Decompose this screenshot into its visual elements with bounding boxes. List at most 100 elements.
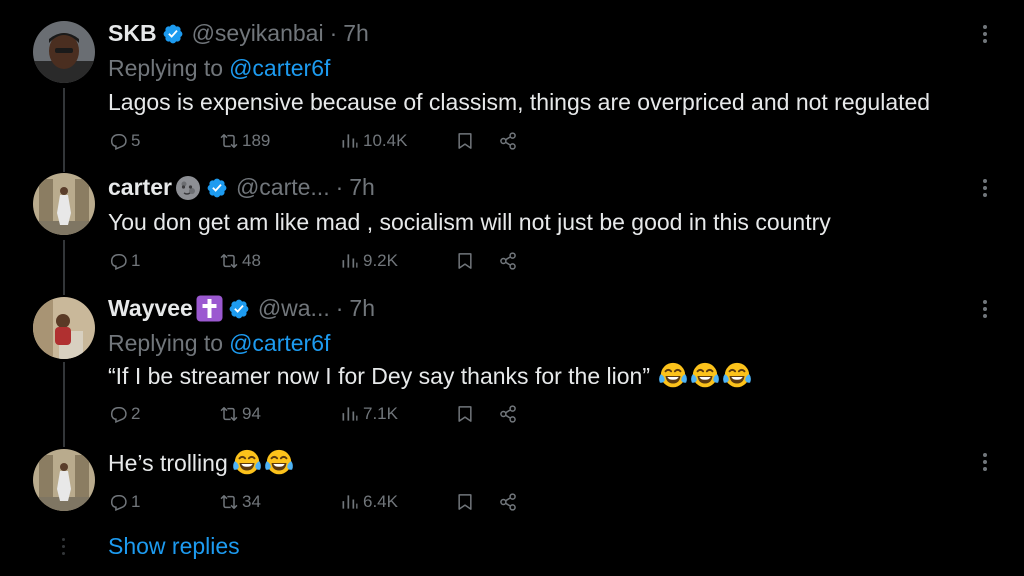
thread-dots [62,545,65,548]
tweet-header: SKB @seyikanbai · 7h [108,20,369,47]
verified-badge-icon [206,177,228,199]
thread-connector [63,362,65,447]
separator-dot: · [329,20,338,46]
tweet-text-row: He’s trolling [108,448,294,478]
latin-cross-emoji [196,295,223,322]
share-icon [498,131,518,151]
replying-to: Replying to @carter6f [108,330,330,357]
verified-badge-icon [228,298,250,320]
view-count: 6.4K [363,492,398,511]
reply-count: 5 [131,131,141,150]
reply-icon [108,404,128,424]
timestamp[interactable]: 7h [343,20,369,47]
reply-button[interactable]: 2 [108,402,140,426]
reply-count: 1 [131,492,141,511]
bookmark-button[interactable] [455,249,475,273]
tears-of-joy-emoji [264,448,294,478]
reply-thread: SKB @seyikanbai · 7h Replying to @carter… [0,0,1024,576]
views-icon [340,131,360,151]
avatar[interactable] [33,449,95,511]
reply-button[interactable]: 1 [108,490,140,514]
share-button[interactable] [498,129,518,153]
verified-badge-icon [162,23,184,45]
avatar[interactable] [33,173,95,235]
show-replies-link[interactable]: Show replies [108,533,240,560]
bookmark-icon [455,251,475,271]
user-handle[interactable]: @wa... [258,295,330,322]
views-button[interactable]: 6.4K [340,490,398,514]
bookmark-icon [455,492,475,512]
user-handle[interactable]: @carte... [236,174,330,201]
tweet-header: Wayvee @wa... · 7h [108,295,375,322]
tweet-text: Lagos is expensive because of classism, … [108,89,931,115]
views-button[interactable]: 10.4K [340,129,407,153]
views-button[interactable]: 7.1K [340,402,398,426]
tweet-header: carter @carte... · 7h [108,174,375,201]
retweet-count: 34 [242,492,261,511]
avatar[interactable] [33,21,95,83]
reply-icon [108,251,128,271]
display-name[interactable]: SKB [108,20,157,47]
display-name[interactable]: Wayvee [108,295,193,322]
bookmark-button[interactable] [455,490,475,514]
replying-to-mention[interactable]: @carter6f [229,55,330,82]
view-count: 10.4K [363,131,408,150]
views-icon [340,251,360,271]
bookmark-icon [455,131,475,151]
share-button[interactable] [498,490,518,514]
retweet-button[interactable]: 94 [219,402,261,426]
retweet-count: 48 [242,251,261,270]
reply-button[interactable]: 1 [108,249,140,273]
retweet-icon [219,492,239,512]
more-options-icon[interactable] [978,177,992,199]
separator-dot: · [335,174,344,200]
thread-connector [63,240,65,295]
bookmark-icon [455,404,475,424]
bookmark-button[interactable] [455,129,475,153]
share-button[interactable] [498,249,518,273]
retweet-icon [219,131,239,151]
retweet-button[interactable]: 34 [219,490,261,514]
more-options-icon[interactable] [978,23,992,45]
retweet-button[interactable]: 48 [219,249,261,273]
reply-button[interactable]: 5 [108,129,140,153]
thread-connector [63,88,65,172]
timestamp[interactable]: 7h [349,174,375,201]
tears-of-joy-emoji [722,361,752,391]
share-icon [498,404,518,424]
reply-count: 1 [131,251,141,270]
thread-dots [62,538,65,541]
retweet-count: 189 [242,131,271,150]
reply-icon [108,492,128,512]
more-options-icon[interactable] [978,451,992,473]
new-moon-face-emoji [175,175,200,200]
timestamp[interactable]: 7h [349,295,375,322]
retweet-icon [219,404,239,424]
share-icon [498,492,518,512]
tweet-text-row: “If I be streamer now I for Dey say than… [108,361,752,391]
tweet-text: You don get am like mad , socialism will… [108,209,831,235]
views-icon [340,404,360,424]
share-icon [498,251,518,271]
replying-to-mention[interactable]: @carter6f [229,330,330,357]
retweet-count: 94 [242,404,261,423]
tears-of-joy-emoji [658,361,688,391]
view-count: 7.1K [363,404,398,423]
user-handle[interactable]: @seyikanbai [192,20,324,47]
retweet-button[interactable]: 189 [219,129,270,153]
avatar[interactable] [33,297,95,359]
display-name[interactable]: carter [108,174,172,201]
share-button[interactable] [498,402,518,426]
more-options-icon[interactable] [978,298,992,320]
bookmark-button[interactable] [455,402,475,426]
reply-count: 2 [131,404,141,423]
tears-of-joy-emoji [232,448,262,478]
tears-of-joy-emoji [690,361,720,391]
views-icon [340,492,360,512]
tweet-text: He’s trolling [108,449,228,476]
replying-to-prefix: Replying to [108,55,224,81]
views-button[interactable]: 9.2K [340,249,398,273]
reply-icon [108,131,128,151]
thread-dots [62,552,65,555]
tweet-text: “If I be streamer now I for Dey say than… [108,362,650,389]
